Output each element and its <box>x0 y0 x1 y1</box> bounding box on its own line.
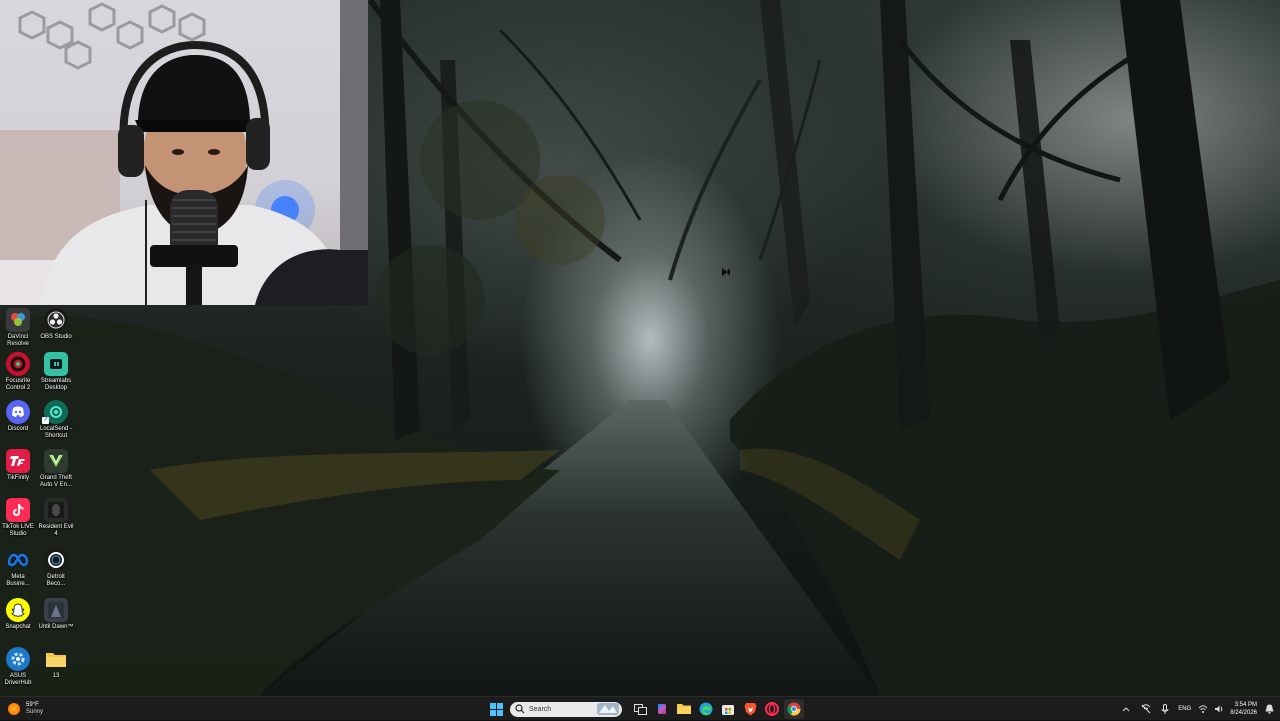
webcam-feed <box>0 0 368 305</box>
desktop-icon-snapchat[interactable]: Snapchat <box>0 598 36 631</box>
desktop-icon-discord[interactable]: Discord <box>0 400 36 433</box>
taskbar-search[interactable]: Search <box>510 701 622 717</box>
desktop-icon-label: TikFinity <box>6 475 30 481</box>
wifi-icon[interactable] <box>1198 704 1208 714</box>
desktop-icon-davinci-resolve[interactable]: DaVinci Resolve <box>0 308 36 348</box>
chrome-icon <box>787 702 801 716</box>
weather-widget[interactable]: 59°F Sunny <box>8 700 43 718</box>
edge-icon <box>699 702 713 716</box>
weather-condition: Sunny <box>26 709 44 715</box>
desktop-icon-streamlabs[interactable]: Streamlabs Desktop <box>38 352 74 392</box>
desktop-icon-label: 13 <box>52 673 60 679</box>
file-explorer-button[interactable] <box>674 699 694 719</box>
desktop-icon-label: Snapchat <box>5 624 31 630</box>
detroit-become-human-icon <box>44 548 68 572</box>
davinci-resolve-icon <box>6 308 30 332</box>
desktop-icon-label: Detroit Beco... <box>46 574 66 587</box>
weather-temp: 59°F <box>26 702 39 708</box>
desktop-icon-tiktok-live-studio[interactable]: TikTok LIVE Studio <box>0 498 36 538</box>
clock-time: 3:54 PM <box>1234 702 1257 708</box>
file-explorer-icon <box>677 704 691 714</box>
desktop-icon-meta-business[interactable]: Meta Busine... <box>0 548 36 588</box>
clock[interactable]: 3:54 PM 8/24/2026 <box>1230 701 1257 717</box>
sun-icon <box>8 703 20 715</box>
desktop-icon-label: Until Dawn™ <box>38 624 74 630</box>
streamlabs-icon <box>44 352 68 376</box>
desktop-icon-obs-studio[interactable]: OBS Studio <box>38 308 74 341</box>
volume-icon[interactable] <box>1214 704 1224 714</box>
desktop-icon-label: LocalSend - Shortcut <box>39 426 73 439</box>
desktop-icon-label: Meta Busine... <box>6 574 30 587</box>
chrome-button[interactable] <box>784 699 804 719</box>
tiktok-live-studio-icon <box>6 498 30 522</box>
desktop-icon-gta-v[interactable]: Grand Theft Auto V En... <box>38 449 74 489</box>
edge-button[interactable] <box>696 699 716 719</box>
network-off-icon[interactable] <box>1141 704 1151 714</box>
task-view-icon <box>633 703 647 715</box>
meta-business-icon <box>6 548 30 572</box>
desktop-icon-label: Grand Theft Auto V En... <box>39 475 73 488</box>
desktop-icon-localsend[interactable]: ↗ LocalSend - Shortcut <box>38 400 74 440</box>
copilot-button[interactable] <box>652 699 672 719</box>
system-tray: ENG 3:54 PM 8/24/2026 <box>1116 697 1280 721</box>
windows-start-icon <box>489 702 503 716</box>
desktop-icon-label: Streamlabs Desktop <box>40 378 72 391</box>
language-indicator[interactable]: ENG <box>1178 706 1191 712</box>
discord-icon <box>6 400 30 424</box>
desktop-icon-detroit-become-human[interactable]: Detroit Beco... <box>38 548 74 588</box>
microsoft-store-button[interactable] <box>718 699 738 719</box>
copilot-icon <box>658 704 666 714</box>
focusrite-control-icon <box>6 352 30 376</box>
desktop-icon-focusrite-control[interactable]: Focusrite Control 2 <box>0 352 36 392</box>
desktop-icon-grid: DaVinci Resolve Focusrite Control 2 Disc… <box>0 306 78 692</box>
desktop-icon-label: DaVinci Resolve <box>7 334 29 347</box>
microsoft-store-icon <box>722 705 734 715</box>
search-icon <box>515 704 525 714</box>
desktop-icon-asus-driverhub[interactable]: ASUS DriverHub <box>0 647 36 687</box>
brave-icon <box>744 703 756 716</box>
microphone-icon[interactable] <box>1161 704 1169 714</box>
asus-driverhub-icon <box>6 647 30 671</box>
snapchat-icon <box>6 598 30 622</box>
search-placeholder: Search <box>529 705 552 713</box>
obs-studio-icon <box>44 308 68 332</box>
shortcut-arrow-icon: ↗ <box>42 417 49 424</box>
start-button[interactable] <box>486 699 506 719</box>
desktop-icon-label: OBS Studio <box>40 334 72 340</box>
task-view-button[interactable] <box>630 699 650 719</box>
taskbar-pinned-apps: Search <box>486 699 806 719</box>
brave-button[interactable] <box>740 699 760 719</box>
desktop-icon-folder-13[interactable]: 13 <box>38 647 74 680</box>
webcam-overlay <box>0 0 368 305</box>
search-highlight-icon <box>597 702 619 715</box>
opera-gx-icon <box>765 702 779 716</box>
clock-date: 8/24/2026 <box>1230 710 1257 716</box>
desktop-icon-label: Resident Evil 4 <box>38 524 74 537</box>
opera-gx-button[interactable] <box>762 699 782 719</box>
notification-bell-icon[interactable] <box>1265 704 1274 714</box>
desktop-icon-tikfinity[interactable]: TikFinity <box>0 449 36 482</box>
resident-evil-4-icon <box>44 498 68 522</box>
desktop-icon-label: TikTok LIVE Studio <box>2 524 34 537</box>
chevron-up-icon[interactable] <box>1122 706 1130 712</box>
desktop-icon-label: Discord <box>7 426 29 432</box>
desktop-icon-label: Focusrite Control 2 <box>5 378 31 391</box>
until-dawn-icon <box>44 598 68 622</box>
gta-v-icon <box>44 449 68 473</box>
taskbar: 59°F Sunny Search ENG 3:54 PM 8/24/2026 <box>0 696 1280 720</box>
tikfinity-icon <box>6 449 30 473</box>
desktop-icon-until-dawn[interactable]: Until Dawn™ <box>38 598 74 631</box>
folder-icon <box>44 647 68 671</box>
desktop-icon-resident-evil-4[interactable]: Resident Evil 4 <box>38 498 74 538</box>
desktop-icon-label: ASUS DriverHub <box>4 673 32 686</box>
